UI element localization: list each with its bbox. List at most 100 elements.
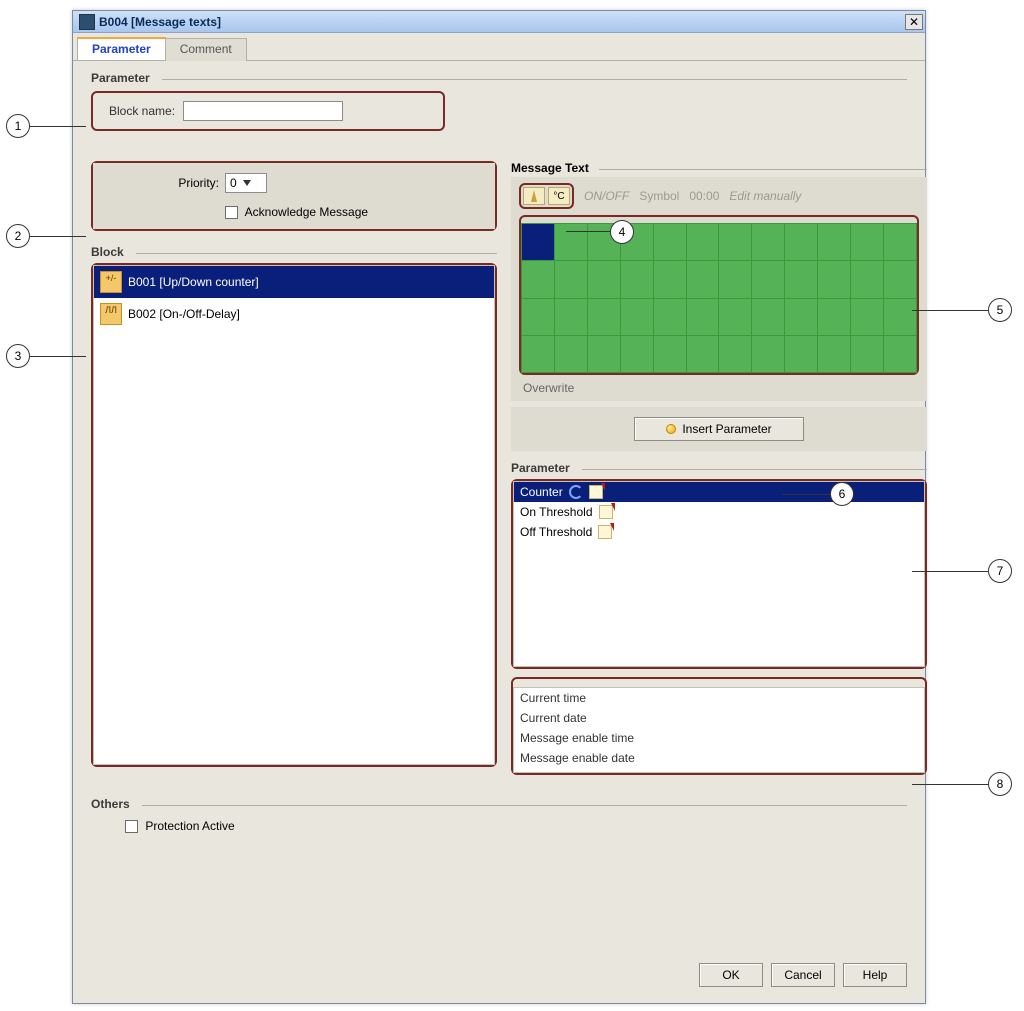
insert-parameter-label: Insert Parameter [682,422,771,436]
callout-1-label: 1 [15,119,22,133]
grid-cell[interactable] [884,224,916,260]
grid-cell[interactable] [687,224,719,260]
block-name-input[interactable] [183,101,343,121]
grid-cell[interactable] [851,261,883,297]
grid-cell[interactable] [588,336,620,372]
window-title: B004 [Message texts] [99,15,903,29]
parameter-list-item[interactable]: Counter [514,482,924,502]
grid-cell[interactable] [654,336,686,372]
block-list[interactable]: +/- B001 [Up/Down counter] ЛЛ B002 [On-/… [93,265,495,765]
grid-cell[interactable] [884,299,916,335]
grid-cell[interactable] [719,261,751,297]
grid-cell[interactable] [687,299,719,335]
grid-cell[interactable] [654,299,686,335]
grid-cell[interactable] [719,336,751,372]
grid-cell[interactable] [851,299,883,335]
tab-parameter[interactable]: Parameter [77,37,166,60]
message-grid[interactable] [521,223,917,373]
grid-cell[interactable] [818,261,850,297]
grid-cell[interactable] [588,261,620,297]
others-rule [142,805,907,806]
grid-cell[interactable] [752,336,784,372]
grid-cell[interactable] [851,336,883,372]
grid-cell[interactable] [719,224,751,260]
grid-cell[interactable] [818,299,850,335]
grid-cell[interactable] [522,336,554,372]
grid-cell[interactable] [687,261,719,297]
block-icon: ЛЛ [100,303,122,325]
grid-cell[interactable] [752,261,784,297]
annot-priority: Priority: 0 Acknowledge Message [91,161,497,231]
grid-cell[interactable] [621,336,653,372]
grid-cell[interactable] [785,261,817,297]
grid-cell[interactable] [752,299,784,335]
annot-toolbar: °C [519,183,574,209]
toolbar-degc-button[interactable]: °C [548,187,570,205]
parameter-item-label: Off Threshold [520,525,592,539]
annot-blocklist: +/- B001 [Up/Down counter] ЛЛ B002 [On-/… [91,263,497,767]
message-text-heading-label: Message Text [511,161,589,175]
callout-7: 7 [988,559,1012,583]
callout-7-label: 7 [997,564,1004,578]
grid-cell[interactable] [522,261,554,297]
block-list-item[interactable]: +/- B001 [Up/Down counter] [94,266,494,298]
parameter-list-item[interactable]: On Threshold [514,502,924,522]
grid-cell[interactable] [654,224,686,260]
protection-checkbox[interactable] [125,820,138,833]
insert-parameter-button[interactable]: Insert Parameter [634,417,804,441]
callout-2-label: 2 [15,229,22,243]
message-text-heading: Message Text [511,161,927,175]
grid-cell[interactable] [555,299,587,335]
grid-cell[interactable] [884,336,916,372]
grid-cell[interactable] [785,299,817,335]
parameter-list[interactable]: Counter On Threshold Off Threshold [513,481,925,667]
grid-cell[interactable] [818,224,850,260]
annot-blockname: Block name: [91,91,445,131]
extra-list-item[interactable]: Message enable date [514,748,924,768]
grid-cell[interactable] [621,261,653,297]
grid-cell[interactable] [522,224,554,260]
extra-item-label: Message enable date [520,751,635,765]
extra-list-item[interactable]: Current date [514,708,924,728]
pencil-icon [589,485,603,499]
grid-cell[interactable] [687,336,719,372]
parameter-list-item[interactable]: Off Threshold [514,522,924,542]
priority-select[interactable]: 0 [225,173,267,193]
cancel-button[interactable]: Cancel [771,963,835,987]
grid-cell[interactable] [851,224,883,260]
callout-4: 4 [610,220,634,244]
acknowledge-label: Acknowledge Message [245,205,368,219]
grid-cell[interactable] [884,261,916,297]
tab-comment[interactable]: Comment [165,38,247,61]
others-heading: Others [91,797,907,811]
leader-4 [566,231,610,232]
titlebar[interactable]: B004 [Message texts] ✕ [73,11,925,33]
grid-cell[interactable] [785,336,817,372]
grid-cell[interactable] [785,224,817,260]
callout-1: 1 [6,114,30,138]
extra-list-item[interactable]: Current time [514,688,924,708]
grid-cell[interactable] [719,299,751,335]
grid-cell[interactable] [555,336,587,372]
grid-cell[interactable] [654,261,686,297]
grid-cell[interactable] [522,299,554,335]
pencil-icon [531,190,537,202]
grid-cell[interactable] [818,336,850,372]
disabled-hint: Edit manually [729,189,801,203]
help-button[interactable]: Help [843,963,907,987]
toolbar-delete-button[interactable] [523,187,545,205]
grid-cell[interactable] [752,224,784,260]
grid-cell[interactable] [621,299,653,335]
grid-cell[interactable] [555,261,587,297]
annot-message-grid [519,215,919,375]
close-button[interactable]: ✕ [905,14,923,30]
callout-3-label: 3 [15,349,22,363]
block-list-item[interactable]: ЛЛ B002 [On-/Off-Delay] [94,298,494,330]
dialog-content: Parameter Block name: [73,61,925,1003]
extra-list-item[interactable]: Message enable time [514,728,924,748]
acknowledge-checkbox[interactable] [225,206,238,219]
ok-button[interactable]: OK [699,963,763,987]
extra-list[interactable]: Current time Current date Message enable… [513,687,925,773]
grid-cell[interactable] [588,299,620,335]
grid-cell[interactable] [555,224,587,260]
